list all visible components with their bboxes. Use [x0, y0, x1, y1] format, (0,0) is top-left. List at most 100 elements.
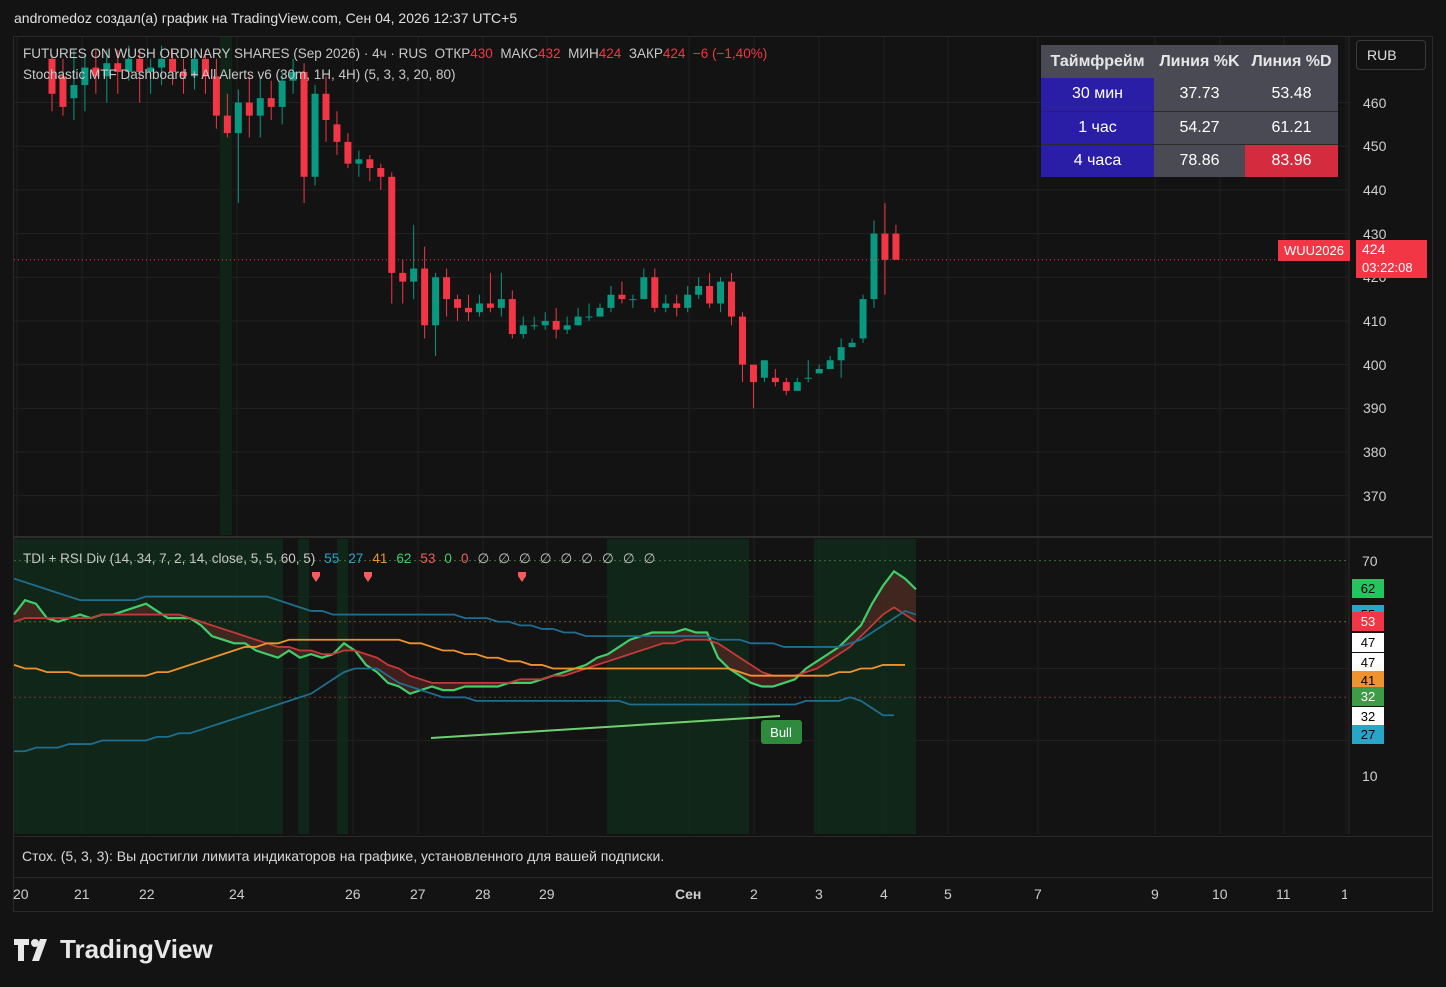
candle	[475, 294, 483, 317]
candle	[410, 224, 418, 300]
tdi-value: 55	[324, 551, 340, 566]
candle	[552, 307, 560, 339]
candle	[738, 312, 746, 383]
candle-body	[443, 277, 451, 300]
tdi-value: 0	[460, 551, 469, 566]
candle-body	[223, 115, 231, 134]
candle-body	[585, 316, 593, 318]
candle	[300, 63, 308, 203]
candle-body	[607, 294, 615, 308]
symbol-price-tag: WUU2026	[1278, 240, 1350, 261]
time-tick: 10	[1212, 886, 1228, 902]
candle-body	[837, 347, 845, 361]
candle	[388, 172, 396, 304]
tdi-background-zones	[14, 37, 916, 834]
candle	[804, 360, 812, 383]
candle	[728, 272, 736, 326]
tdi-value-tag: 47	[1352, 633, 1384, 653]
candle-body	[782, 382, 790, 391]
candle	[530, 316, 538, 330]
tdi-value: 0	[444, 551, 452, 566]
tradingview-logo[interactable]: TradingView	[14, 934, 213, 965]
candle-body	[333, 124, 341, 142]
candle-body	[366, 159, 374, 169]
dashboard-row-k: 37.73	[1154, 78, 1245, 112]
candle	[519, 316, 527, 339]
candle	[640, 268, 648, 300]
candle-body	[728, 281, 736, 317]
open-label: ОТКР	[434, 46, 471, 61]
tdi-legend[interactable]: TDI + RSI Div (14, 34, 7, 2, 14, close, …	[23, 551, 655, 567]
candle	[629, 294, 637, 308]
candle	[421, 246, 429, 339]
candle	[541, 312, 549, 330]
time-tick: 22	[139, 886, 155, 902]
candle-body	[344, 141, 352, 164]
tdi-value: ∅	[518, 551, 531, 566]
candle-body	[738, 316, 746, 365]
time-tick: 28	[475, 886, 491, 902]
high-value: 432	[538, 46, 561, 61]
dashboard-row-tf: 4 часа	[1041, 144, 1154, 177]
tdi-value: ∅	[643, 551, 656, 566]
change-value: −6 (−1,40%)	[692, 46, 768, 61]
candle-body	[892, 233, 900, 260]
candle-body	[815, 369, 823, 374]
candle	[881, 203, 889, 295]
tdi-value: ∅	[477, 551, 490, 566]
candle	[256, 76, 264, 138]
indicator-legend[interactable]: Stochastic MTF Dashboard + All Alerts v6…	[23, 67, 456, 82]
currency-button[interactable]: RUB	[1356, 40, 1426, 70]
time-tick: 4	[880, 886, 888, 902]
dashboard-header-d: Линия %D	[1245, 45, 1338, 78]
close-label: ЗАКР	[628, 46, 663, 61]
price-tick: 450	[1363, 138, 1387, 155]
dashboard-header-timeframe: Таймфрейм	[1041, 45, 1154, 78]
candle-body	[234, 102, 242, 134]
candle-body	[684, 294, 692, 308]
open-value: 430	[470, 46, 493, 61]
candle	[793, 377, 801, 391]
candle	[486, 272, 494, 313]
candle	[432, 272, 440, 356]
candle	[826, 355, 834, 369]
candle	[355, 150, 363, 177]
candle	[508, 290, 516, 339]
price-tick: 400	[1363, 356, 1387, 373]
candle	[651, 268, 659, 313]
candle	[673, 294, 681, 317]
candle	[377, 163, 385, 190]
tdi-value: ∅	[602, 551, 614, 566]
candle	[333, 111, 341, 155]
dashboard-row-d: 53.48	[1245, 78, 1338, 112]
candle-body	[596, 307, 604, 317]
tdi-tick: 70	[1362, 552, 1378, 569]
bear-marker	[312, 572, 320, 582]
candle	[859, 294, 867, 343]
candle	[760, 360, 768, 383]
tdi-value: 62	[396, 551, 412, 566]
candle-body	[662, 303, 670, 308]
candle	[870, 220, 878, 308]
time-tick: Сен	[675, 886, 702, 902]
low-value: 424	[598, 46, 622, 61]
candle-body	[673, 303, 681, 308]
candle	[344, 133, 352, 169]
tdi-title: TDI + RSI Div (14, 34, 7, 2, 14, close, …	[23, 551, 316, 566]
tradingview-logo-icon	[14, 938, 47, 961]
bear-marker	[364, 572, 372, 582]
candle	[749, 364, 757, 409]
dashboard-row-k: 78.86	[1154, 144, 1245, 177]
candle	[322, 76, 330, 142]
candle-body	[695, 286, 703, 295]
bull-label: Bull	[770, 725, 792, 740]
tdi-value: ∅	[539, 551, 552, 566]
last-price-tag: 424 03:22:08	[1356, 240, 1427, 278]
bear-marker	[518, 572, 526, 582]
time-tick: 27	[410, 886, 426, 902]
candle	[782, 377, 790, 396]
tdi-value-tag: 27	[1352, 725, 1384, 745]
time-tick: 3	[815, 886, 823, 902]
tdi-value: ∅	[622, 551, 635, 566]
candle	[892, 224, 900, 260]
